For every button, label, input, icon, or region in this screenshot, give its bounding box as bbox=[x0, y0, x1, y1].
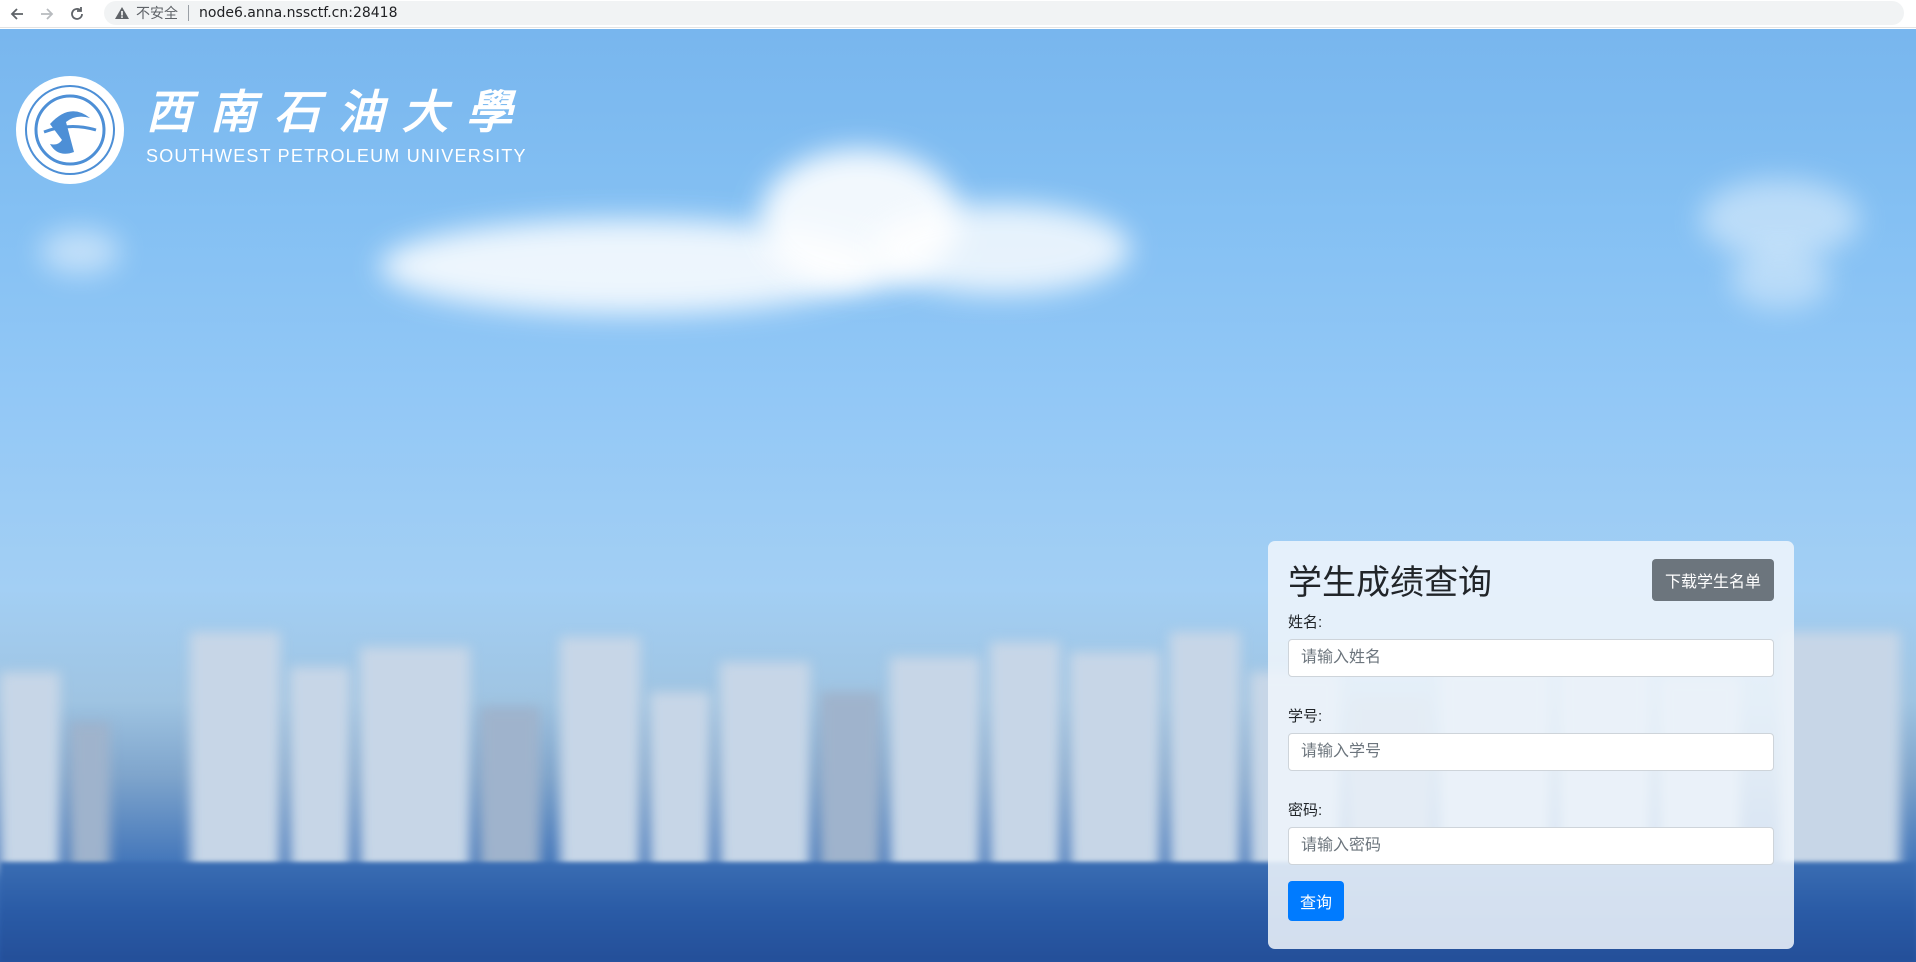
building bbox=[1170, 632, 1240, 872]
back-button[interactable] bbox=[4, 1, 30, 27]
url-text[interactable]: node6.anna.nssctf.cn:28418 bbox=[199, 5, 397, 21]
security-status[interactable]: 不安全 bbox=[136, 3, 178, 23]
building bbox=[820, 692, 880, 872]
query-button[interactable]: 查询 bbox=[1288, 881, 1345, 921]
download-student-list-button[interactable]: 下载学生名单 bbox=[1651, 559, 1774, 601]
score-query-card: 学生成绩查询 下载学生名单 姓名: 学号: 密码: 查询 bbox=[1268, 541, 1794, 949]
building bbox=[990, 642, 1060, 872]
arrow-right-icon bbox=[41, 7, 54, 20]
reload-button[interactable] bbox=[64, 1, 90, 27]
cloud bbox=[1700, 179, 1860, 259]
university-name-cn: 西南石油大學 bbox=[146, 85, 530, 139]
building bbox=[1780, 632, 1900, 872]
building bbox=[480, 707, 540, 872]
forward-button[interactable] bbox=[34, 1, 60, 27]
building bbox=[0, 672, 60, 872]
building bbox=[560, 637, 640, 872]
building bbox=[1070, 652, 1160, 872]
warning-triangle-icon bbox=[115, 7, 129, 19]
university-seal-icon bbox=[16, 76, 124, 184]
building bbox=[890, 657, 980, 872]
university-name-en: SOUTHWEST PETROLEUM UNIVERSITY bbox=[146, 146, 527, 166]
cloud bbox=[40, 229, 120, 274]
student-id-input[interactable] bbox=[1288, 733, 1774, 771]
building bbox=[70, 722, 110, 872]
address-bar[interactable]: 不安全 node6.anna.nssctf.cn:28418 bbox=[104, 1, 1904, 25]
building bbox=[190, 632, 280, 872]
browser-toolbar: 不安全 node6.anna.nssctf.cn:28418 bbox=[0, 0, 1916, 28]
page-title: 学生成绩查询 bbox=[1288, 564, 1492, 602]
password-label: 密码: bbox=[1288, 802, 1323, 819]
name-label: 姓名: bbox=[1288, 614, 1323, 631]
building bbox=[290, 667, 350, 872]
arrow-left-icon bbox=[10, 7, 23, 20]
password-input[interactable] bbox=[1288, 827, 1774, 865]
page-background: 西南石油大學 SOUTHWEST PETROLEUM UNIVERSITY 学生… bbox=[0, 29, 1916, 962]
university-logo: 西南石油大學 SOUTHWEST PETROLEUM UNIVERSITY bbox=[14, 74, 530, 186]
omnibox-divider bbox=[188, 5, 189, 21]
building bbox=[360, 647, 470, 872]
building bbox=[720, 662, 810, 872]
student-id-label: 学号: bbox=[1288, 708, 1323, 725]
building bbox=[650, 692, 710, 872]
card-header: 学生成绩查询 下载学生名单 bbox=[1288, 559, 1774, 605]
cloud bbox=[1730, 249, 1830, 309]
name-input[interactable] bbox=[1288, 639, 1774, 677]
university-name: 西南石油大學 SOUTHWEST PETROLEUM UNIVERSITY bbox=[146, 82, 530, 167]
reload-icon bbox=[71, 6, 83, 20]
cloud bbox=[870, 204, 1130, 294]
